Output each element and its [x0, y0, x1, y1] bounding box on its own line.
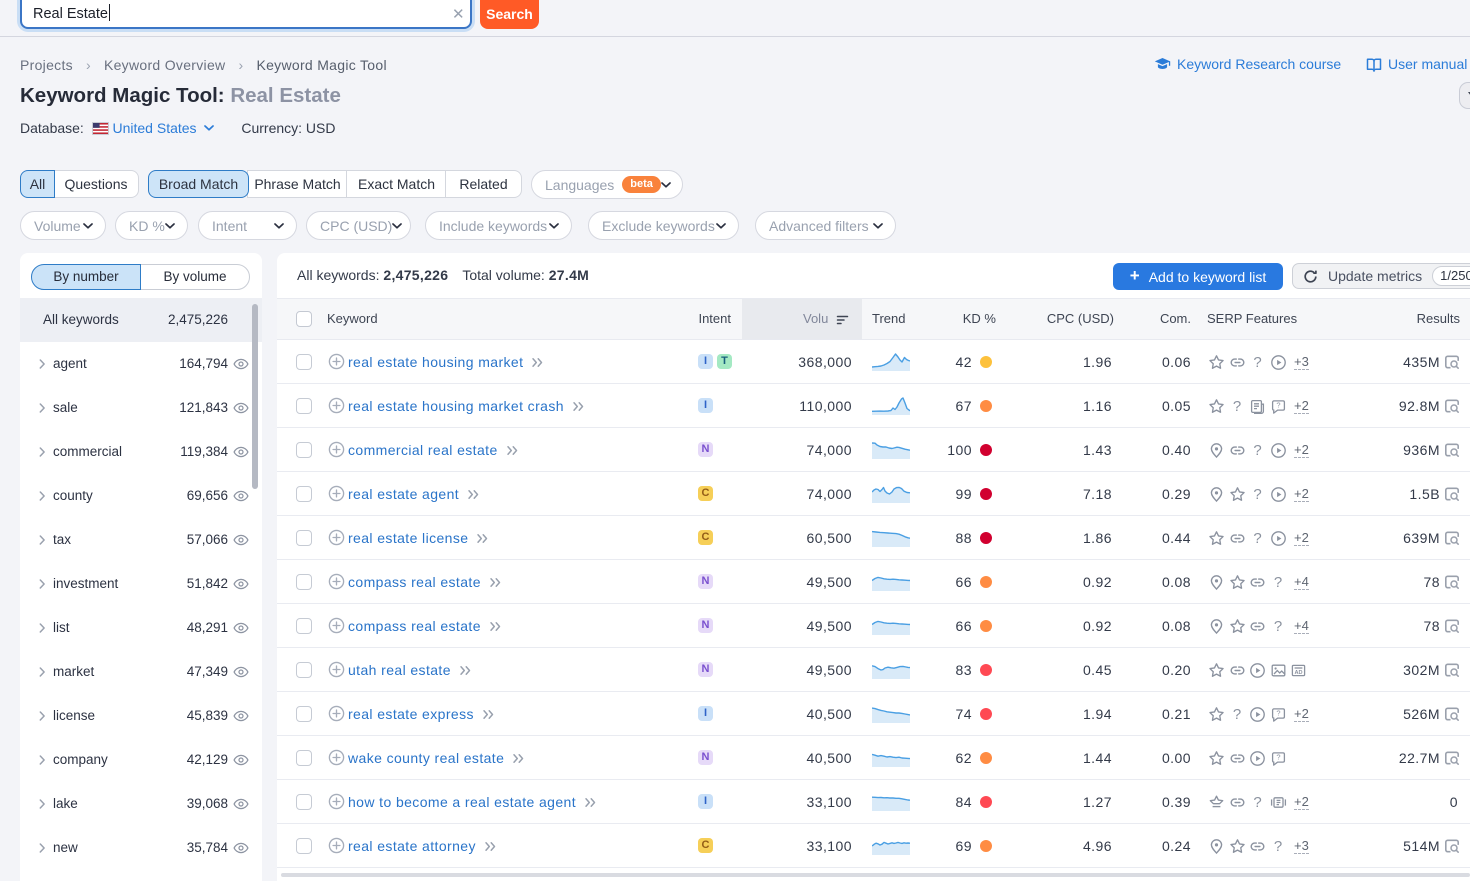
svg-text:AD: AD	[1294, 670, 1302, 676]
svg-text:?: ?	[1276, 752, 1280, 761]
svg-text:?: ?	[1276, 400, 1280, 409]
svg-text:?: ?	[1276, 708, 1280, 717]
